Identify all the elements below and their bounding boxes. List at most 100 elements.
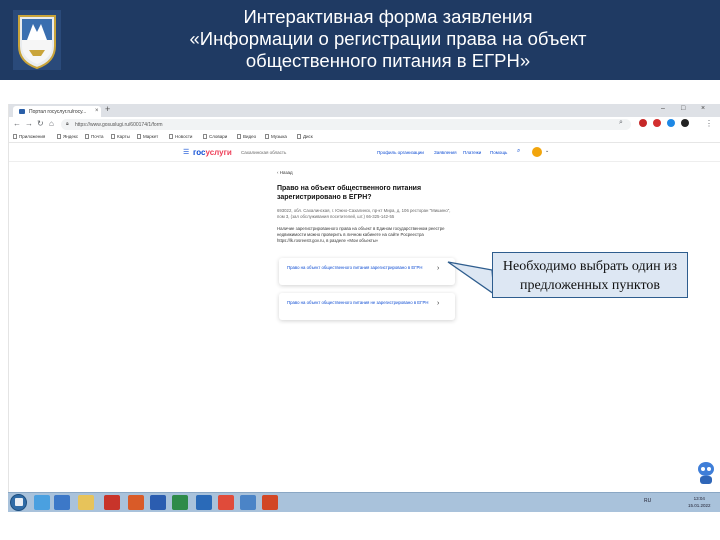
option-not-registered[interactable]: Право на объект общественного питания не… <box>279 293 455 320</box>
slide-title-line: Интерактивная форма заявления <box>243 6 533 27</box>
browser-menu-icon[interactable]: ⋮ <box>705 119 713 128</box>
bookmark-item[interactable]: Новости <box>169 134 192 139</box>
extension-icon[interactable] <box>667 119 675 127</box>
bookmark-label: Приложения <box>19 134 46 139</box>
folder-icon <box>237 134 241 139</box>
bookmark-label: Видео <box>243 134 257 139</box>
nav-link-help[interactable]: Помощь <box>490 150 507 155</box>
windows-logo-icon <box>15 498 23 506</box>
back-link[interactable]: ‹ Назад <box>277 170 293 175</box>
internet-explorer-icon[interactable] <box>54 495 70 510</box>
folder-icon <box>169 134 173 139</box>
option-label: Право на объект общественного питания за… <box>287 265 423 270</box>
home-icon[interactable]: ⌂ <box>49 119 54 128</box>
browser-tab[interactable]: Портал госуслуг.ru/госу... × <box>13 106 101 117</box>
word-icon[interactable] <box>150 495 166 510</box>
browser-screenshot: Портал госуслуг.ru/госу... × + – □ × ← →… <box>8 104 720 492</box>
callout-line: предложенных пунктов <box>519 278 661 293</box>
hamburger-menu-icon[interactable]: ☰ <box>183 148 189 156</box>
maximize-icon[interactable]: □ <box>681 105 685 112</box>
tab-title: Портал госуслуг.ru/госу... <box>29 109 87 115</box>
bookmark-item[interactable]: Карты <box>111 134 130 139</box>
object-address: 693022, обл. Сахалинская, г. Южно-Сахали… <box>277 208 451 219</box>
folder-icon <box>297 134 301 139</box>
extension-icon[interactable] <box>681 119 689 127</box>
bookmark-item[interactable]: Почта <box>85 134 104 139</box>
option-label: Право на объект общественного питания не… <box>287 300 429 305</box>
browser-toolbar: ← → ↻ ⌂ 🔒︎ https://www.gosuslugi.ru/6001… <box>9 117 720 132</box>
bookmark-label: Яндекс <box>63 134 79 139</box>
bookmark-label: Карты <box>117 134 130 139</box>
slide-header: Интерактивная форма заявления «Информаци… <box>0 0 720 80</box>
chrome-icon[interactable] <box>218 495 234 510</box>
bookmark-item[interactable]: Музыка <box>265 134 287 139</box>
robot-assistant-icon[interactable] <box>695 460 717 486</box>
folder-icon <box>13 134 17 139</box>
logo-accent: услуги <box>205 148 232 157</box>
nav-link-profile[interactable]: Профиль организации <box>377 150 424 155</box>
folder-icon <box>57 134 61 139</box>
folder-icon <box>137 134 141 139</box>
lock-icon: 🔒︎ <box>66 121 69 127</box>
excel-icon[interactable] <box>172 495 188 510</box>
bookmark-item[interactable]: Приложения <box>13 134 45 139</box>
presentation-slide: Интерактивная форма заявления «Информаци… <box>0 0 720 540</box>
new-tab-icon[interactable]: + <box>105 104 110 114</box>
nav-link-payments[interactable]: Платежи <box>463 150 481 155</box>
reload-icon[interactable]: ↻ <box>37 119 44 128</box>
gosuslugi-logo[interactable]: госуслуги <box>193 148 232 157</box>
bookmark-item[interactable]: Яндекс <box>57 134 78 139</box>
nav-link-applications[interactable]: Заявления <box>434 150 457 155</box>
forward-arrow-icon[interactable]: → <box>25 119 33 128</box>
avatar[interactable] <box>532 147 542 157</box>
bookmark-item[interactable]: Словари <box>203 134 227 139</box>
chevron-right-icon: › <box>437 300 440 307</box>
bookmark-item[interactable]: Диск <box>297 134 313 139</box>
option-registered[interactable]: Право на объект общественного питания за… <box>279 258 455 285</box>
window-close-icon[interactable]: × <box>701 105 705 112</box>
file-explorer-icon[interactable] <box>78 495 94 510</box>
search-icon[interactable]: ⌕ <box>517 148 520 155</box>
address-bar[interactable]: 🔒︎ https://www.gosuslugi.ru/600174/1/for… <box>61 119 631 130</box>
firefox-icon[interactable] <box>128 495 144 510</box>
app-icon[interactable] <box>196 495 212 510</box>
extension-icon[interactable] <box>639 119 647 127</box>
clock-date: 15.01.2022 <box>688 503 711 508</box>
tab-close-icon[interactable]: × <box>95 108 99 114</box>
acrobat-icon[interactable] <box>104 495 120 510</box>
gosuslugi-header: ☰ госуслуги Сахалинская область Профиль … <box>9 144 720 162</box>
windows-taskbar: RU 13:04 15.01.2022 <box>8 492 720 512</box>
slide-title: Интерактивная форма заявления «Информаци… <box>78 6 698 72</box>
bookmark-label: Словари <box>209 134 228 139</box>
app-icon[interactable] <box>240 495 256 510</box>
bookmark-label: Новости <box>175 134 193 139</box>
powerpoint-icon[interactable] <box>262 495 278 510</box>
browser-tab-bar: Портал госуслуг.ru/госу... × + – □ × <box>9 104 720 117</box>
bookmark-item[interactable]: Маркет <box>137 134 158 139</box>
minimize-icon[interactable]: – <box>661 105 665 112</box>
bookmark-item[interactable]: Видео <box>237 134 256 139</box>
region-selector[interactable]: Сахалинская область <box>241 150 286 155</box>
coat-of-arms-icon <box>13 10 61 70</box>
chevron-down-icon[interactable]: ⌄ <box>545 148 549 154</box>
extension-icon[interactable] <box>653 119 661 127</box>
gosuslugi-favicon-icon <box>19 109 25 114</box>
back-arrow-icon[interactable]: ← <box>13 119 21 128</box>
language-indicator[interactable]: RU <box>644 498 651 504</box>
slide-title-line: «Информации о регистрации права на объек… <box>189 28 587 49</box>
slide-title-line: общественного питания в ЕГРН» <box>245 50 531 71</box>
chevron-right-icon: › <box>437 265 440 272</box>
taskbar-clock[interactable]: 13:04 15.01.2022 <box>688 495 711 509</box>
folder-icon <box>85 134 89 139</box>
address-bar-url: https://www.gosuslugi.ru/600174/1/form <box>75 122 163 128</box>
folder-icon <box>265 134 269 139</box>
bookmark-label: Почта <box>91 134 104 139</box>
folder-icon <box>111 134 115 139</box>
logo-main: гос <box>193 148 206 157</box>
search-icon[interactable]: ⌕ <box>619 119 623 127</box>
bookmark-label: Маркет <box>143 134 159 139</box>
start-button[interactable] <box>10 494 27 511</box>
media-player-icon[interactable] <box>34 495 50 510</box>
callout-line: Необходимо выбрать один из <box>502 259 678 274</box>
question-note: Наличие зарегистрированного права на объ… <box>277 226 445 243</box>
